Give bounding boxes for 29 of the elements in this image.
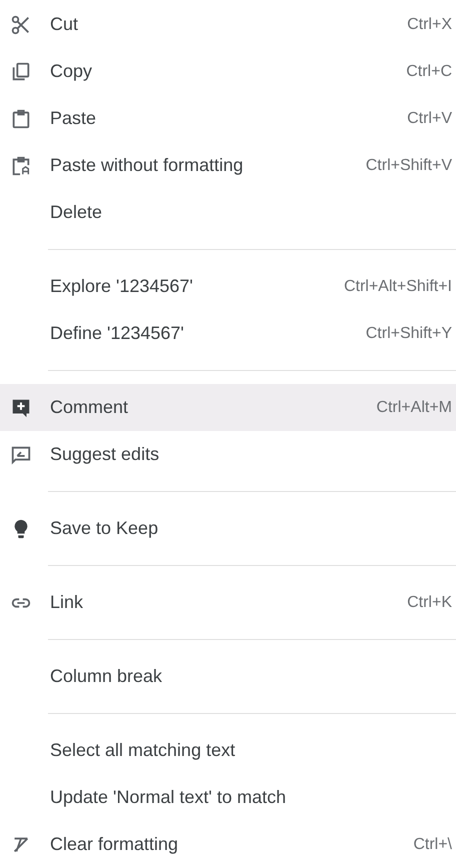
keyboard-shortcut: Ctrl+Shift+Y <box>366 324 452 344</box>
keyboard-shortcut: Ctrl+Alt+Shift+I <box>344 276 452 296</box>
menu-item-label: Paste without formatting <box>50 154 244 177</box>
menu-item[interactable]: Comment Ctrl+Alt+M <box>0 384 456 431</box>
menu-item-label: Explore '1234567' <box>50 275 193 298</box>
menu-item-label: Column break <box>50 665 162 688</box>
clipboard-icon <box>10 154 32 176</box>
keyboard-shortcut: Ctrl+\ <box>413 834 452 854</box>
clipboard-icon <box>10 108 32 130</box>
menu-item-label: Delete <box>50 201 102 224</box>
keyboard-shortcut: Ctrl+X <box>407 14 452 34</box>
menu-item-label: Save to Keep <box>50 517 158 540</box>
menu-item-label: Link <box>50 591 84 614</box>
keyboard-shortcut: Ctrl+Shift+V <box>366 156 452 176</box>
keyboard-shortcut: Ctrl+Alt+M <box>376 398 452 418</box>
menu-item-label: Clear formatting <box>50 833 178 856</box>
menu-item-label: Define '1234567' <box>50 322 184 345</box>
menu-item-label: Update 'Normal text' to match <box>50 786 286 809</box>
menu-item-label: Comment <box>50 396 128 419</box>
menu-item-label: Select all matching text <box>50 739 236 762</box>
keyboard-shortcut: Ctrl+K <box>407 592 452 612</box>
menu-item-label: Copy <box>50 60 92 83</box>
copy-icon <box>10 60 32 82</box>
menu-item-label: Paste <box>50 107 96 130</box>
menu-item-label: Cut <box>50 13 78 36</box>
menu-item-label: Suggest edits <box>50 443 160 466</box>
keyboard-shortcut: Ctrl+C <box>406 62 452 82</box>
scissors-icon <box>10 14 32 36</box>
keyboard-shortcut: Ctrl+V <box>407 108 452 128</box>
